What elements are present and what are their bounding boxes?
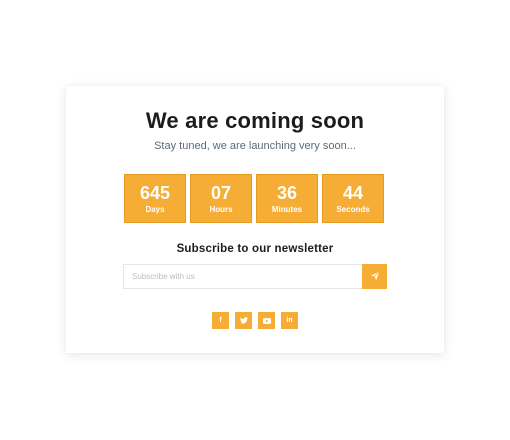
facebook-icon: f [219, 317, 222, 324]
newsletter-form [123, 264, 387, 289]
countdown-minutes-label: Minutes [271, 205, 303, 214]
paper-plane-icon [370, 269, 380, 284]
newsletter-email-input[interactable] [123, 264, 362, 289]
newsletter-heading: Subscribe to our newsletter [176, 243, 334, 255]
countdown-hours: 07 Hours [190, 174, 252, 223]
countdown-minutes-value: 36 [276, 183, 298, 203]
countdown-seconds: 44 Seconds [322, 174, 384, 223]
countdown-days-label: Days [145, 205, 165, 214]
countdown-days: 645 Days [124, 174, 186, 223]
countdown-timer: 645 Days 07 Hours 36 Minutes 44 Seconds [124, 174, 384, 223]
linkedin-link[interactable]: in [281, 312, 298, 329]
twitter-icon [239, 317, 248, 324]
coming-soon-card: We are coming soon Stay tuned, we are la… [66, 86, 444, 353]
countdown-hours-label: Hours [209, 205, 233, 214]
youtube-link[interactable] [258, 312, 275, 329]
page-title: We are coming soon [145, 108, 365, 133]
social-links: f in [212, 312, 298, 329]
subscribe-submit-button[interactable] [362, 264, 387, 289]
countdown-days-value: 645 [139, 183, 171, 203]
twitter-link[interactable] [235, 312, 252, 329]
countdown-hours-value: 07 [210, 183, 232, 203]
facebook-link[interactable]: f [212, 312, 229, 329]
countdown-minutes: 36 Minutes [256, 174, 318, 223]
youtube-icon [262, 317, 271, 324]
linkedin-icon: in [286, 317, 293, 324]
countdown-seconds-value: 44 [342, 183, 364, 203]
countdown-seconds-label: Seconds [336, 205, 370, 214]
page-subtitle: Stay tuned, we are launching very soon..… [154, 140, 356, 152]
